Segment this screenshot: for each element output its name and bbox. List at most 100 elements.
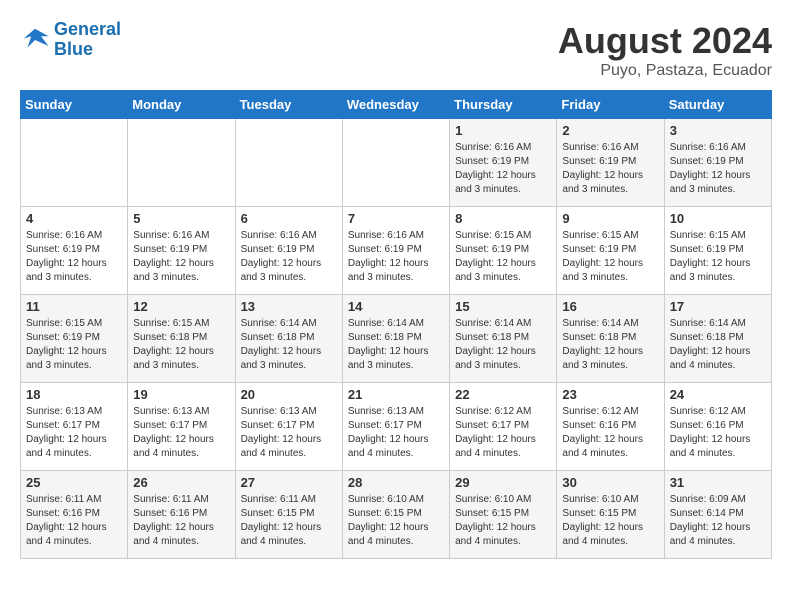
day-info: Sunrise: 6:14 AM Sunset: 6:18 PM Dayligh… [670, 317, 766, 373]
day-info: Sunrise: 6:10 AM Sunset: 6:15 PM Dayligh… [348, 493, 444, 549]
calendar-cell: 20 Sunrise: 6:13 AM Sunset: 6:17 PM Dayli… [235, 383, 342, 471]
calendar-cell: 8 Sunrise: 6:15 AM Sunset: 6:19 PM Daylig… [450, 207, 557, 295]
day-number: 31 [670, 475, 766, 490]
header-cell-wednesday: Wednesday [342, 91, 449, 119]
day-info: Sunrise: 6:10 AM Sunset: 6:15 PM Dayligh… [455, 493, 551, 549]
day-info: Sunrise: 6:16 AM Sunset: 6:19 PM Dayligh… [562, 141, 658, 197]
calendar-cell: 22 Sunrise: 6:12 AM Sunset: 6:17 PM Dayli… [450, 383, 557, 471]
day-number: 27 [241, 475, 337, 490]
calendar-cell: 28 Sunrise: 6:10 AM Sunset: 6:15 PM Dayli… [342, 471, 449, 559]
calendar-cell: 16Sunrise: 6:14 AM Sunset: 6:18 PM Dayli… [557, 295, 664, 383]
header-cell-monday: Monday [128, 91, 235, 119]
calendar-cell: 12 Sunrise: 6:15 AM Sunset: 6:18 PM Dayli… [128, 295, 235, 383]
day-number: 10 [670, 211, 766, 226]
day-info: Sunrise: 6:15 AM Sunset: 6:19 PM Dayligh… [455, 229, 551, 285]
calendar-cell: 21 Sunrise: 6:13 AM Sunset: 6:17 PM Dayli… [342, 383, 449, 471]
calendar-cell: 4 Sunrise: 6:16 AM Sunset: 6:19 PM Daylig… [21, 207, 128, 295]
day-number: 3 [670, 123, 766, 138]
calendar-cell: 31 Sunrise: 6:09 AM Sunset: 6:14 PM Dayli… [664, 471, 771, 559]
day-info: Sunrise: 6:13 AM Sunset: 6:17 PM Dayligh… [26, 405, 122, 461]
day-info: Sunrise: 6:09 AM Sunset: 6:14 PM Dayligh… [670, 493, 766, 549]
day-info: Sunrise: 6:16 AM Sunset: 6:19 PM Dayligh… [241, 229, 337, 285]
calendar-cell: 3 Sunrise: 6:16 AM Sunset: 6:19 PM Daylig… [664, 119, 771, 207]
page-header: General Blue August 2024 Puyo, Pastaza, … [20, 20, 772, 80]
day-info: Sunrise: 6:12 AM Sunset: 6:17 PM Dayligh… [455, 405, 551, 461]
day-info: Sunrise: 6:16 AM Sunset: 6:19 PM Dayligh… [133, 229, 229, 285]
day-info: Sunrise: 6:16 AM Sunset: 6:19 PM Dayligh… [670, 141, 766, 197]
header-cell-friday: Friday [557, 91, 664, 119]
logo-text: General Blue [54, 20, 121, 60]
day-number: 7 [348, 211, 444, 226]
day-number: 25 [26, 475, 122, 490]
calendar-cell: 26Sunrise: 6:11 AM Sunset: 6:16 PM Dayli… [128, 471, 235, 559]
day-info: Sunrise: 6:12 AM Sunset: 6:16 PM Dayligh… [670, 405, 766, 461]
calendar-cell: 1 Sunrise: 6:16 AM Sunset: 6:19 PM Daylig… [450, 119, 557, 207]
day-info: Sunrise: 6:11 AM Sunset: 6:15 PM Dayligh… [241, 493, 337, 549]
day-number: 20 [241, 387, 337, 402]
calendar-cell: 23Sunrise: 6:12 AM Sunset: 6:16 PM Dayli… [557, 383, 664, 471]
day-number: 21 [348, 387, 444, 402]
day-number: 1 [455, 123, 551, 138]
day-number: 26 [133, 475, 229, 490]
calendar-cell: 13 Sunrise: 6:14 AM Sunset: 6:18 PM Dayli… [235, 295, 342, 383]
calendar-cell: 27 Sunrise: 6:11 AM Sunset: 6:15 PM Dayli… [235, 471, 342, 559]
day-number: 9 [562, 211, 658, 226]
calendar-cell: 5 Sunrise: 6:16 AM Sunset: 6:19 PM Daylig… [128, 207, 235, 295]
day-number: 12 [133, 299, 229, 314]
day-number: 19 [133, 387, 229, 402]
day-info: Sunrise: 6:16 AM Sunset: 6:19 PM Dayligh… [348, 229, 444, 285]
day-info: Sunrise: 6:16 AM Sunset: 6:19 PM Dayligh… [26, 229, 122, 285]
logo-icon [20, 25, 50, 55]
header-cell-sunday: Sunday [21, 91, 128, 119]
day-number: 15 [455, 299, 551, 314]
day-number: 4 [26, 211, 122, 226]
calendar-table: SundayMondayTuesdayWednesdayThursdayFrid… [20, 90, 772, 559]
day-number: 17 [670, 299, 766, 314]
calendar-cell [235, 119, 342, 207]
day-info: Sunrise: 6:12 AM Sunset: 6:16 PM Dayligh… [562, 405, 658, 461]
logo: General Blue [20, 20, 121, 60]
day-number: 2 [562, 123, 658, 138]
calendar-cell: 10Sunrise: 6:15 AM Sunset: 6:19 PM Dayli… [664, 207, 771, 295]
day-info: Sunrise: 6:13 AM Sunset: 6:17 PM Dayligh… [241, 405, 337, 461]
calendar-cell: 2 Sunrise: 6:16 AM Sunset: 6:19 PM Daylig… [557, 119, 664, 207]
header-cell-saturday: Saturday [664, 91, 771, 119]
day-info: Sunrise: 6:14 AM Sunset: 6:18 PM Dayligh… [562, 317, 658, 373]
calendar-cell: 18Sunrise: 6:13 AM Sunset: 6:17 PM Dayli… [21, 383, 128, 471]
calendar-cell: 25Sunrise: 6:11 AM Sunset: 6:16 PM Dayli… [21, 471, 128, 559]
calendar-cell [342, 119, 449, 207]
calendar-cell [21, 119, 128, 207]
day-number: 11 [26, 299, 122, 314]
calendar-cell: 6 Sunrise: 6:16 AM Sunset: 6:19 PM Daylig… [235, 207, 342, 295]
day-number: 14 [348, 299, 444, 314]
week-row-1: 4 Sunrise: 6:16 AM Sunset: 6:19 PM Daylig… [21, 207, 772, 295]
calendar-cell: 11 Sunrise: 6:15 AM Sunset: 6:19 PM Dayli… [21, 295, 128, 383]
calendar-cell: 24 Sunrise: 6:12 AM Sunset: 6:16 PM Dayli… [664, 383, 771, 471]
week-row-4: 25Sunrise: 6:11 AM Sunset: 6:16 PM Dayli… [21, 471, 772, 559]
week-row-3: 18Sunrise: 6:13 AM Sunset: 6:17 PM Dayli… [21, 383, 772, 471]
day-info: Sunrise: 6:14 AM Sunset: 6:18 PM Dayligh… [348, 317, 444, 373]
title-block: August 2024 Puyo, Pastaza, Ecuador [558, 20, 772, 80]
calendar-title: August 2024 [558, 20, 772, 62]
day-number: 24 [670, 387, 766, 402]
day-number: 5 [133, 211, 229, 226]
header-cell-thursday: Thursday [450, 91, 557, 119]
calendar-cell: 15Sunrise: 6:14 AM Sunset: 6:18 PM Dayli… [450, 295, 557, 383]
calendar-cell [128, 119, 235, 207]
day-info: Sunrise: 6:16 AM Sunset: 6:19 PM Dayligh… [455, 141, 551, 197]
day-info: Sunrise: 6:15 AM Sunset: 6:19 PM Dayligh… [562, 229, 658, 285]
day-number: 28 [348, 475, 444, 490]
day-info: Sunrise: 6:14 AM Sunset: 6:18 PM Dayligh… [241, 317, 337, 373]
day-number: 8 [455, 211, 551, 226]
calendar-cell: 7 Sunrise: 6:16 AM Sunset: 6:19 PM Daylig… [342, 207, 449, 295]
calendar-cell: 29Sunrise: 6:10 AM Sunset: 6:15 PM Dayli… [450, 471, 557, 559]
day-number: 6 [241, 211, 337, 226]
header-cell-tuesday: Tuesday [235, 91, 342, 119]
day-info: Sunrise: 6:15 AM Sunset: 6:19 PM Dayligh… [26, 317, 122, 373]
day-info: Sunrise: 6:13 AM Sunset: 6:17 PM Dayligh… [348, 405, 444, 461]
day-number: 22 [455, 387, 551, 402]
day-number: 13 [241, 299, 337, 314]
day-info: Sunrise: 6:15 AM Sunset: 6:18 PM Dayligh… [133, 317, 229, 373]
day-number: 30 [562, 475, 658, 490]
day-info: Sunrise: 6:10 AM Sunset: 6:15 PM Dayligh… [562, 493, 658, 549]
